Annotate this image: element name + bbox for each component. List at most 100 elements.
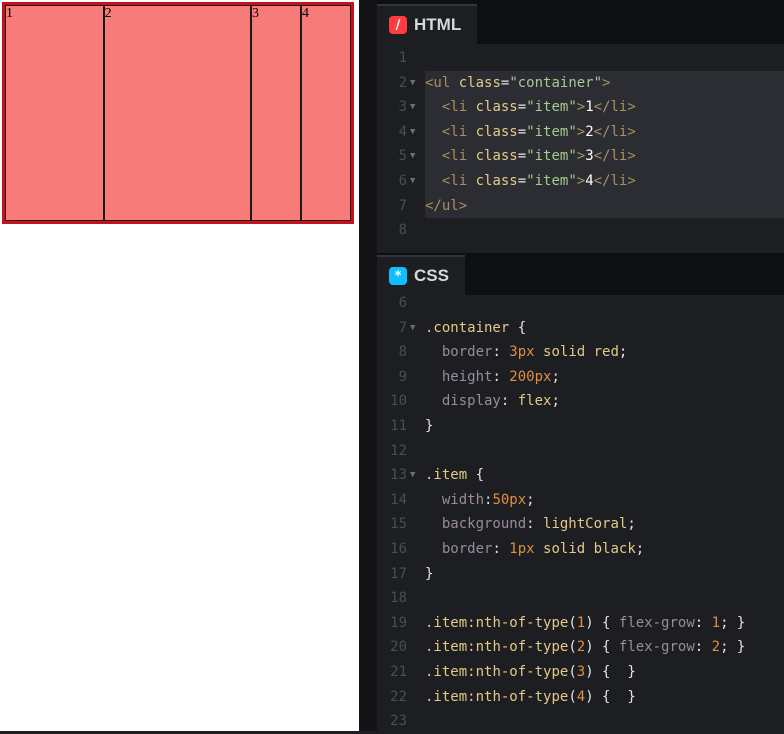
code-line: 7 ▼ .container { bbox=[377, 316, 784, 341]
code-line: 17} bbox=[377, 562, 784, 587]
code-line: 7 </ul> bbox=[377, 194, 784, 219]
line-number: 9 bbox=[398, 368, 407, 385]
code-line: 2 ▼ <ul class="container"> bbox=[377, 71, 784, 96]
line-number: 4 bbox=[398, 123, 407, 140]
code-line: 3 ▼ <li class="item">1</li> bbox=[377, 95, 784, 120]
code-line: 4 ▼ <li class="item">2</li> bbox=[377, 120, 784, 145]
code-text: .item { bbox=[425, 467, 485, 484]
css-pane-header: * CSS bbox=[377, 253, 784, 295]
code-line: 8 border: 3px solid red; bbox=[377, 340, 784, 365]
line-number: 7 bbox=[398, 319, 407, 336]
pane-resize-handle[interactable] bbox=[359, 0, 377, 731]
line-number: 11 bbox=[390, 417, 407, 434]
fold-arrow-icon[interactable]: ▼ bbox=[410, 463, 415, 488]
code-text: .item:nth-of-type(3) { } bbox=[425, 663, 636, 680]
line-number: 20 bbox=[390, 639, 407, 656]
code-text: .item:nth-of-type(2) { flex-grow: 2; } bbox=[425, 639, 746, 656]
fold-arrow-icon[interactable]: ▼ bbox=[410, 169, 415, 194]
html-tab-label: HTML bbox=[414, 15, 462, 34]
flex-item-4: 4 bbox=[301, 5, 351, 221]
code-text: .item:nth-of-type(4) { } bbox=[425, 688, 636, 705]
html-editor-pane: / HTML 1 2 ▼ <ul class="container"> 3 ▼ <li c… bbox=[377, 0, 784, 253]
line-number: 17 bbox=[390, 565, 407, 582]
line-number: 22 bbox=[390, 688, 407, 705]
line-number: 15 bbox=[390, 516, 407, 533]
tab-css[interactable]: * CSS bbox=[377, 255, 465, 295]
line-number: 10 bbox=[390, 393, 407, 410]
flex-item-3: 3 bbox=[251, 5, 301, 221]
code-text: border: 3px solid red; bbox=[441, 344, 628, 361]
code-line: 18 bbox=[377, 586, 784, 611]
css-tab-label: CSS bbox=[414, 266, 449, 285]
code-text: border: 1px solid black; bbox=[441, 540, 645, 557]
code-line: 10 display: flex; bbox=[377, 389, 784, 414]
line-number: 6 bbox=[398, 295, 407, 311]
line-number: 18 bbox=[390, 590, 407, 607]
line-number: 3 bbox=[398, 99, 407, 116]
line-number: 5 bbox=[398, 148, 407, 165]
code-text: width:50px; bbox=[441, 491, 535, 508]
code-text: .item:nth-of-type(1) { flex-grow: 1; } bbox=[425, 614, 746, 631]
flex-item-label: 1 bbox=[6, 6, 13, 21]
flex-item-label: 4 bbox=[302, 6, 309, 21]
code-text: <li class="item">4</li> bbox=[441, 172, 636, 189]
line-number: 16 bbox=[390, 540, 407, 557]
code-line: 23 bbox=[377, 709, 784, 734]
code-line: 13 ▼ .item { bbox=[377, 463, 784, 488]
code-text: } bbox=[425, 565, 434, 582]
code-line: 11} bbox=[377, 414, 784, 439]
code-line: 1 bbox=[377, 46, 784, 71]
code-line: 12 bbox=[377, 439, 784, 464]
code-text: <li class="item">3</li> bbox=[441, 148, 636, 165]
code-line: 22 .item:nth-of-type(4) { } bbox=[377, 685, 784, 710]
line-number: 8 bbox=[398, 344, 407, 361]
flex-item-label: 2 bbox=[104, 6, 112, 21]
fold-arrow-icon[interactable]: ▼ bbox=[410, 120, 415, 145]
tab-html[interactable]: / HTML bbox=[377, 4, 478, 44]
slash-icon: / bbox=[389, 16, 407, 34]
line-number: 6 bbox=[398, 172, 407, 189]
fold-arrow-icon[interactable]: ▼ bbox=[410, 95, 415, 120]
line-number: 19 bbox=[390, 614, 407, 631]
fold-arrow-icon[interactable]: ▼ bbox=[410, 144, 415, 169]
code-text: <li class="item">1</li> bbox=[441, 99, 636, 116]
code-text: height: 200px; bbox=[441, 368, 560, 385]
line-number: 12 bbox=[390, 442, 407, 459]
code-text: .container { bbox=[425, 319, 527, 336]
code-line: 6 bbox=[377, 291, 784, 316]
code-text: display: flex; bbox=[441, 393, 560, 410]
line-number: 13 bbox=[390, 467, 407, 484]
code-line: 14 width:50px; bbox=[377, 488, 784, 513]
fold-arrow-icon[interactable]: ▼ bbox=[410, 316, 415, 341]
code-line: 19 .item:nth-of-type(1) { flex-grow: 1; } bbox=[377, 611, 784, 636]
code-line: 5 ▼ <li class="item">3</li> bbox=[377, 144, 784, 169]
code-text: <ul class="container"> bbox=[425, 74, 611, 91]
code-text: <li class="item">2</li> bbox=[441, 123, 636, 140]
line-number: 14 bbox=[390, 491, 407, 508]
fold-arrow-icon[interactable]: ▼ bbox=[410, 71, 415, 96]
line-number: 7 bbox=[398, 197, 407, 214]
line-number: 8 bbox=[398, 222, 407, 239]
code-text: background: lightCoral; bbox=[441, 516, 636, 533]
css-editor-pane: * CSS 6 7 ▼ .container {8 border: 3px solid… bbox=[377, 253, 784, 731]
code-line: 16 border: 1px solid black; bbox=[377, 537, 784, 562]
line-number: 1 bbox=[398, 50, 407, 66]
code-text: </ul> bbox=[425, 197, 468, 214]
asterisk-icon: * bbox=[389, 267, 407, 285]
code-line: 9 height: 200px; bbox=[377, 365, 784, 390]
line-number: 2 bbox=[398, 74, 407, 91]
html-code-editor[interactable]: 1 2 ▼ <ul class="container"> 3 ▼ <li class="i… bbox=[377, 46, 784, 243]
code-text: } bbox=[425, 417, 434, 434]
code-line: 8 bbox=[377, 218, 784, 243]
flex-item-label: 3 bbox=[252, 6, 259, 21]
flex-item-2: 2 bbox=[103, 5, 251, 221]
flex-container: 1 2 3 4 bbox=[2, 2, 354, 224]
flex-item-1: 1 bbox=[5, 5, 104, 221]
result-preview: 1 2 3 4 bbox=[0, 0, 359, 731]
html-pane-header: / HTML bbox=[377, 0, 784, 44]
code-line: 6 ▼ <li class="item">4</li> bbox=[377, 169, 784, 194]
code-line: 15 background: lightCoral; bbox=[377, 512, 784, 537]
css-code-editor[interactable]: 6 7 ▼ .container {8 border: 3px solid red; 9… bbox=[377, 291, 784, 734]
code-line: 21 .item:nth-of-type(3) { } bbox=[377, 660, 784, 685]
line-number: 23 bbox=[390, 713, 407, 730]
